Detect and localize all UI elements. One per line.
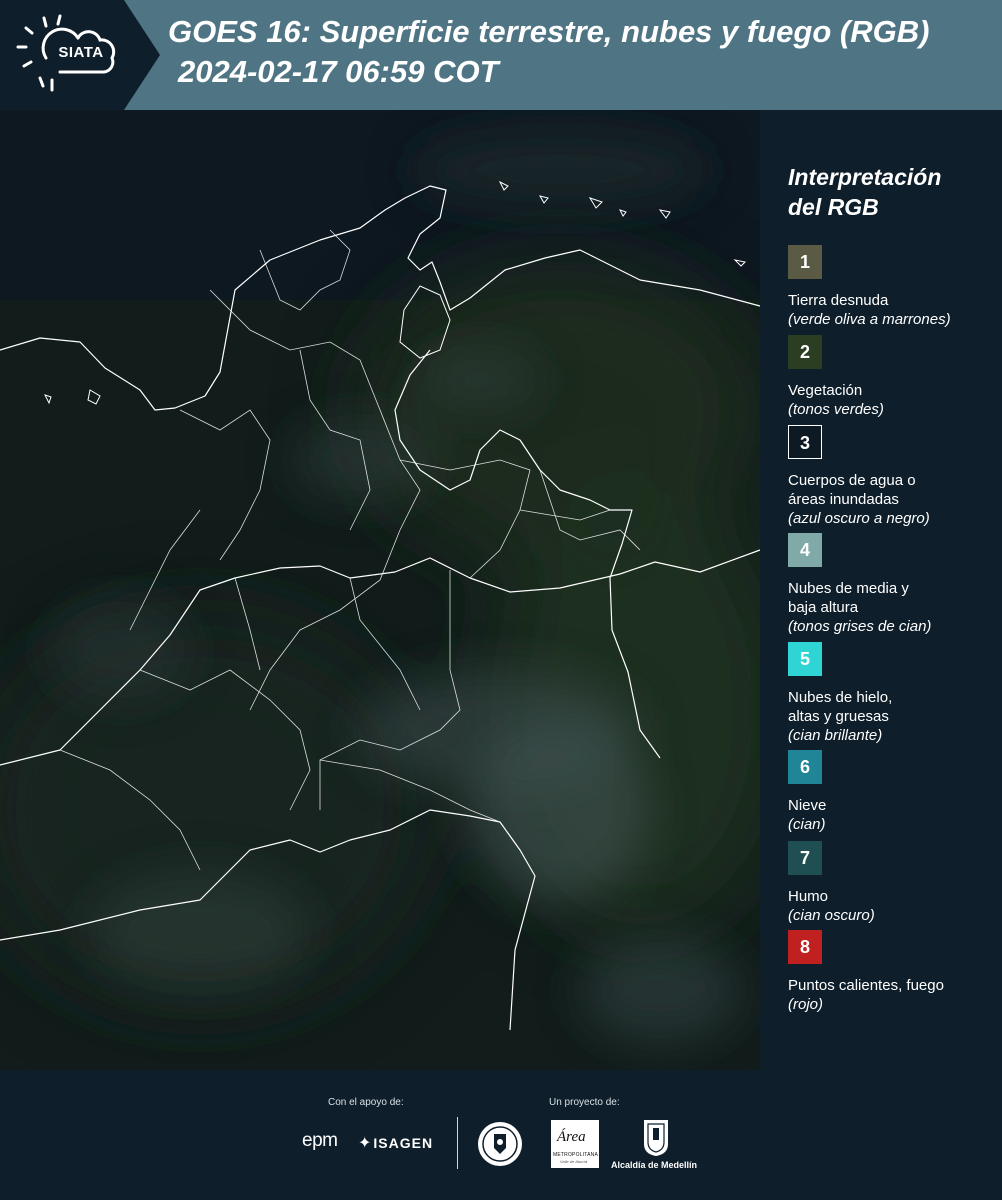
legend-label-line: Cuerpos de agua o [788,472,916,489]
legend-label: Puntos calientes, fuego [788,977,944,994]
legend-swatch: 6 [788,750,822,784]
alcaldia-label: Alcaldía de Medellín [611,1160,698,1170]
legend-label-line: altas y gruesas [788,708,889,725]
area-logo-sub: METROPOLITANA [553,1152,599,1158]
legend-item-mid-low-clouds: 4 Nubes de media y baja altura (tonos gr… [788,533,998,636]
isagen-text: ISAGEN [373,1135,434,1151]
legend-label: Cuerpos de agua o áreas inundadas [788,471,998,509]
legend-note: (verde oliva a marrones) [788,311,951,328]
legend-panel: Interpretación del RGB 1 Tierra desnuda … [770,110,998,1070]
legend-note: (azul oscuro a negro) [788,510,930,527]
legend-label: Nubes de hielo, altas y gruesas [788,688,998,726]
legend-label: Tierra desnuda [788,292,889,309]
page-title: GOES 16: Superficie terrestre, nubes y f… [168,14,930,49]
legend-item-water: 3 Cuerpos de agua o áreas inundadas (azu… [788,425,998,528]
legend-swatch: 4 [788,533,822,567]
area-metropolitana-logo[interactable]: Área METROPOLITANA Valle de Aburrá [551,1120,599,1168]
page-timestamp: 2024-02-17 06:59 COT [178,54,499,89]
legend-label: Nieve [788,797,827,814]
legend-note: (cian brillante) [788,727,883,744]
legend-item-vegetation: 2 Vegetación (tonos verdes) [788,335,998,419]
area-logo-main: Área [557,1129,586,1145]
legend-swatch: 8 [788,930,822,964]
legend-label: Humo [788,888,829,905]
legend-swatch: 5 [788,642,822,676]
legend-label-line: áreas inundadas [788,491,899,508]
shield-icon[interactable] [642,1118,670,1158]
legend-item-snow: 6 Nieve (cian) [788,750,998,834]
legend-swatch: 1 [788,245,822,279]
isagen-logo[interactable]: ✦ISAGEN [358,1133,433,1153]
header-bar: SIATA GOES 16: Superficie terrestre, nub… [0,0,1002,110]
legend-title-line2: del RGB [788,194,879,220]
project-label: Un proyecto de: [549,1097,620,1108]
legend-label: Nubes de media y baja altura [788,579,998,617]
legend-item-ice-clouds: 5 Nubes de hielo, altas y gruesas (cian … [788,642,998,745]
epm-logo[interactable]: epm [302,1130,338,1152]
isagen-mark-icon: ✦ [358,1135,373,1152]
legend-title: Interpretación del RGB [788,162,988,222]
support-label: Con el apoyo de: [328,1097,404,1108]
logo-text: SIATA [58,44,104,61]
legend-note: (tonos grises de cian) [788,618,932,635]
legend-title-line1: Interpretación [788,164,942,190]
legend-note: (cian) [788,816,826,833]
legend-note: (cian oscuro) [788,907,875,924]
legend-label-line: Nubes de hielo, [788,689,893,706]
legend-swatch: 7 [788,841,822,875]
legend-swatch: 2 [788,335,822,369]
legend-swatch: 3 [788,425,822,459]
seal-icon[interactable] [476,1120,524,1168]
legend-label: Vegetación [788,382,863,399]
legend-item-bare-soil: 1 Tierra desnuda (verde oliva a marrones… [788,245,998,329]
legend-note: (rojo) [788,996,824,1013]
siata-logo[interactable]: SIATA [0,0,160,110]
legend-label-line: Nubes de media y [788,580,909,597]
legend-item-smoke: 7 Humo (cian oscuro) [788,841,998,925]
legend-label-line: baja altura [788,599,859,616]
footer: Con el apoyo de: Un proyecto de: epm ✦IS… [0,1070,1002,1200]
area-logo-small: Valle de Aburrá [560,1159,588,1164]
satellite-map[interactable] [0,110,760,1070]
legend-item-hotspots: 8 Puntos calientes, fuego (rojo) [788,930,998,1014]
legend-note: (tonos verdes) [788,401,884,418]
footer-divider [457,1117,458,1169]
satellite-map-svg [0,110,760,1070]
